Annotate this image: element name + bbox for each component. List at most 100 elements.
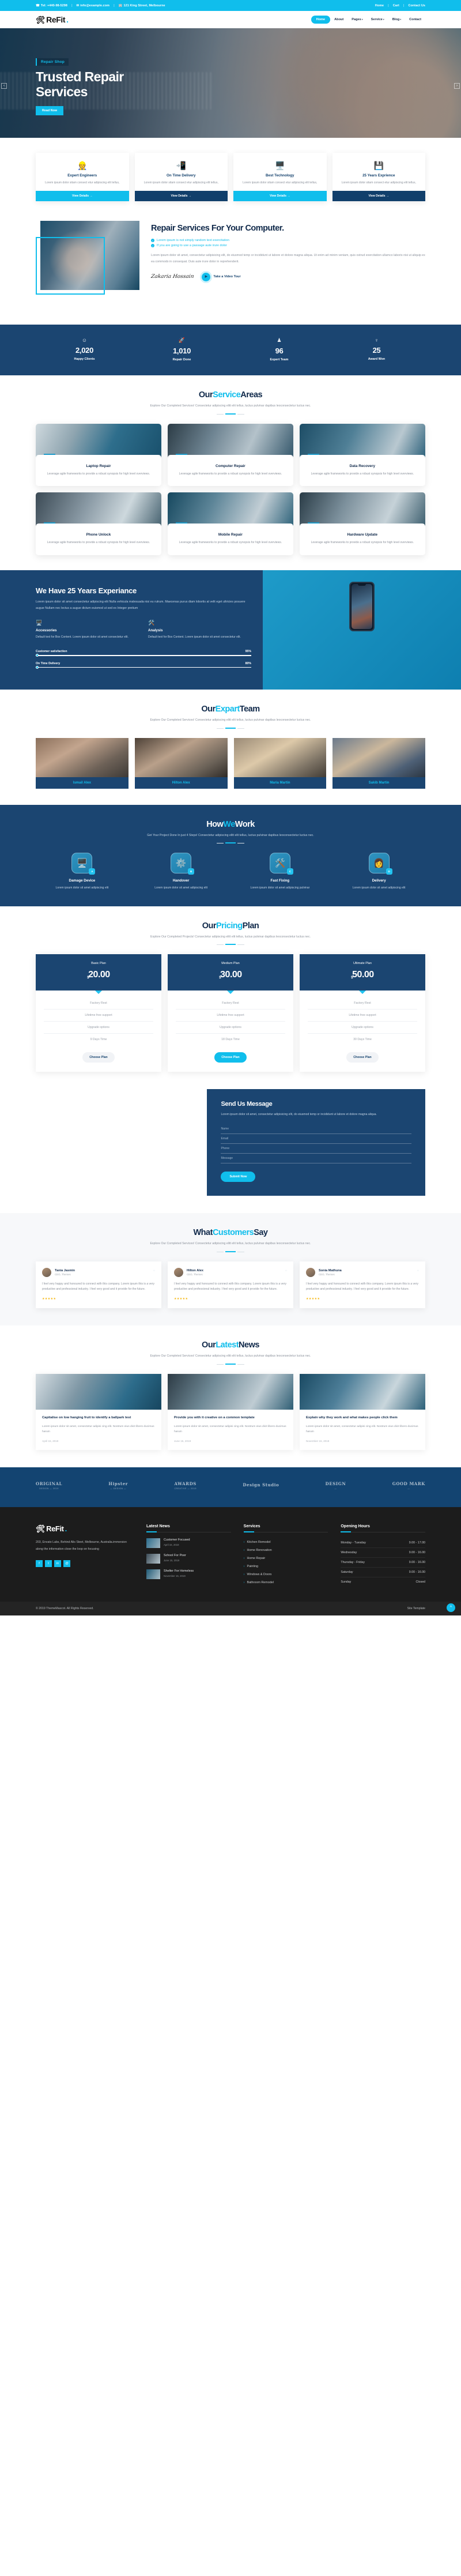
topbar-link-cart[interactable]: Cart [393, 4, 399, 7]
feature-card[interactable]: 📲 On Time Delivery Lorem ipsum dolor sit… [134, 153, 228, 202]
feature-view-details-button[interactable]: View Details → [233, 191, 327, 202]
service-photo: 🗄 [299, 423, 425, 465]
choose-plan-button[interactable]: Choose Plan [214, 1052, 247, 1063]
feature-view-details-button[interactable]: View Details → [332, 191, 425, 202]
team-card[interactable]: Ismail Alex [36, 737, 129, 789]
hours-row: Monday - Tuesday 9.00 - 17.00 [341, 1538, 426, 1548]
nav-item-blog[interactable]: Blog▾ [388, 16, 405, 24]
heading-divider [217, 1251, 244, 1252]
service-card[interactable]: 🗄 Data Recovery Leverage agile frameworks… [299, 423, 425, 487]
hero-read-now-button[interactable]: Read Now [36, 106, 64, 115]
brand-logo: ORIGINAL DESIGN — 2019 [36, 1481, 62, 1490]
feature-title: Best Technology [266, 174, 294, 178]
news-card-title: Provide you with it creative on a common… [174, 1415, 255, 1419]
service-card[interactable]: ⚙ Laptop Repair Leverage agile frameworks… [36, 423, 161, 487]
footer-news-item[interactable]: Shelter For Homeless November 15, 2019 [146, 1569, 231, 1579]
footer-news-item[interactable]: Customer Focused April 15, 2019 [146, 1538, 231, 1548]
plan-feature: 9 Days Time [90, 1038, 107, 1042]
topbar-phone-text: Tel: +440-98-5298 [40, 3, 67, 7]
news-card-date: June 15, 2019 [174, 1439, 191, 1443]
footer-service-link[interactable]: Kitchen Remodel [244, 1538, 328, 1546]
footer-service-link[interactable]: Windows & Doors [244, 1571, 328, 1579]
message-field[interactable]: Message [221, 1154, 411, 1164]
nav-item-home[interactable]: Home [311, 16, 331, 24]
facebook-icon[interactable]: f [36, 1560, 43, 1567]
counter-item: ☺ 2,020 Happy Clients [36, 337, 133, 361]
step-item: ⚙️ B Handover Lorem ipsum dolor sit amet … [135, 852, 228, 891]
map-pin-icon: 🏢 [118, 3, 123, 7]
service-text: Leverage agile frameworks to provide a r… [179, 472, 282, 476]
step-letter: D [386, 868, 392, 875]
footer-news-item[interactable]: School For Poor June 15, 2019 [146, 1553, 231, 1564]
instagram-icon[interactable]: @ [63, 1560, 70, 1567]
pricing-title: OurPricingPlan [202, 921, 259, 931]
globe-icon: ♀ [375, 337, 379, 344]
analysis-icon: 🛠️ [148, 620, 155, 626]
choose-plan-button[interactable]: Choose Plan [82, 1052, 115, 1063]
plan-feature: Factory Rest [44, 997, 153, 1010]
linkedin-icon[interactable]: in [54, 1560, 61, 1567]
feature-card[interactable]: 💾 25 Years Exprience Lorem ipsum dolor s… [332, 153, 425, 202]
quote-icon: “ [417, 1268, 419, 1275]
service-card[interactable]: 📊 Computer Repair Leverage agile framewor… [167, 423, 293, 487]
service-title: Laptop Repair [86, 464, 111, 468]
service-card[interactable]: 🔧 Hardware Update Leverage agile framewor… [299, 492, 425, 556]
rating-stars: ★★★★★ [306, 1297, 320, 1301]
experience-box-title: Analysis [148, 628, 163, 633]
signature: Zakaria Hossain [150, 274, 195, 280]
mechanic-logo-icon: 🛠 [36, 1524, 46, 1533]
accessories-icon: 🖥️ [36, 620, 43, 626]
choose-plan-button[interactable]: Choose Plan [346, 1052, 379, 1063]
footer-service-link[interactable]: Bathroom Remodel [244, 1579, 328, 1587]
nav-item-service[interactable]: Service▾ [367, 16, 388, 24]
service-photo: 📊 [167, 423, 293, 465]
service-title: Data Recovery [349, 464, 375, 468]
footer-service-link[interactable]: Home Repair [244, 1554, 328, 1562]
feature-card[interactable]: 🖥️ Best Technology Lorem ipsum dolor sit… [233, 153, 327, 202]
site-logo[interactable]: 🛠 ReFit. [36, 15, 69, 24]
service-card[interactable]: 📱 Mobile Repair Leverage agile frameworks… [167, 492, 293, 556]
team-card[interactable]: Hilton Alex [134, 737, 228, 789]
topbar-email[interactable]: ✉ info@example.com [77, 4, 110, 7]
news-card[interactable]: Explain why they work and what makes peo… [300, 1373, 425, 1450]
footer-service-link[interactable]: Painting [244, 1562, 328, 1571]
plan-name: Ultimate Plan [353, 962, 372, 966]
feature-view-details-button[interactable]: View Details → [36, 191, 129, 202]
submit-button[interactable]: Submit Now [221, 1172, 256, 1182]
phone-field[interactable]: Phone [221, 1144, 411, 1154]
footer-logo[interactable]: 🛠 ReFit. [36, 1524, 134, 1534]
topbar-link-contact[interactable]: Contact Us [409, 4, 425, 7]
about-text: Repair Services For Your Computer. ✓ Lore… [150, 221, 425, 281]
email-field[interactable]: Email [221, 1134, 411, 1144]
team-card[interactable]: Sakib Martin [332, 737, 425, 789]
feature-view-details-button[interactable]: View Details → [134, 191, 228, 202]
footer-service-link[interactable]: Home Renovation [244, 1546, 328, 1554]
pricing-card: Medium Plan $30.00 Factory Rest Lifetime… [168, 954, 293, 1072]
twitter-icon[interactable]: t [45, 1560, 52, 1567]
envelope-icon: ✉ [76, 3, 80, 7]
nav-item-contact[interactable]: Contact [405, 16, 425, 24]
quote-icon: “ [153, 1268, 155, 1275]
scroll-to-top-button[interactable]: ^ [447, 1603, 455, 1612]
team-photo [134, 737, 228, 777]
divider: | [71, 3, 73, 7]
topbar-link-home[interactable]: Home [375, 4, 384, 7]
how-we-work-heading: HowWeWork Get Your Project Done In just … [0, 805, 461, 843]
site-template-link[interactable]: Site Template [407, 1607, 425, 1610]
feature-card[interactable]: 👷 Expert Engineers Lorem ipsum dolor sit… [36, 153, 129, 202]
video-tour-button[interactable]: ▶ Take a Video Tour [202, 272, 241, 281]
feature-cards: 👷 Expert Engineers Lorem ipsum dolor sit… [0, 138, 461, 218]
testimonial-role: CEO, Themes [187, 1272, 203, 1276]
step-item: 👩 D Delivery Lorem ipsum dolor sit amet a… [332, 852, 425, 891]
nav-item-about[interactable]: About [330, 16, 347, 24]
topbar-phone[interactable]: ☎ Tel: +440-98-5298 [36, 4, 67, 7]
news-card[interactable]: Capitalise on low hanging fruit to ident… [36, 1373, 161, 1450]
divider: | [114, 3, 115, 7]
experience-text: Lorem ipsum dolor sit amet consectetur a… [36, 600, 245, 611]
service-card[interactable]: 🔓 Phone Unlock Leverage agile frameworks … [36, 492, 161, 556]
service-text: Leverage agile frameworks to provide a r… [179, 541, 282, 545]
news-card[interactable]: Provide you with it creative on a common… [168, 1373, 293, 1450]
team-card[interactable]: Maria Martin [233, 737, 327, 789]
nav-item-pages[interactable]: Pages▾ [347, 16, 367, 24]
name-field[interactable]: Name [221, 1124, 411, 1135]
